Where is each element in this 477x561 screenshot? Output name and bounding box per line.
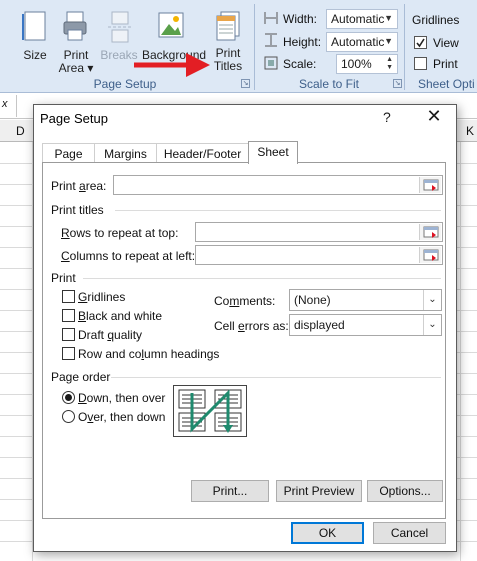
ok-button[interactable]: OK <box>291 522 364 544</box>
size-button[interactable]: Size <box>18 10 52 62</box>
sheet-options-group-label: Sheet Opti <box>418 77 475 91</box>
chevron-down-icon: ⌄ <box>423 290 441 310</box>
print-gridlines-checkbox[interactable] <box>414 57 427 70</box>
print-area-button[interactable]: Print Area ▾ <box>58 10 94 75</box>
print-button[interactable]: Print... <box>191 480 269 502</box>
scale-label: Scale: <box>283 57 317 71</box>
page-breaks-icon <box>108 11 132 43</box>
column-header-k[interactable]: K <box>466 124 474 138</box>
page-setup-group-label: Page Setup <box>93 77 157 91</box>
scale-spinner[interactable]: 100% ▲ ▼ <box>336 54 398 74</box>
print-area-label: Print area: <box>51 179 107 193</box>
scale-to-fit-launcher[interactable]: ↘ <box>393 79 402 88</box>
gridlines-label: Gridlines <box>78 290 126 304</box>
print-label: Print <box>433 57 458 71</box>
black-and-white-label: Black and white <box>78 309 163 323</box>
checkmark-icon <box>416 38 425 48</box>
over-then-down-radio[interactable] <box>62 410 75 423</box>
down-then-over-radio[interactable] <box>62 391 75 404</box>
print-titles-button[interactable]: Print Titles <box>208 10 248 73</box>
tab-header-footer[interactable]: Header/Footer <box>156 143 249 163</box>
print-area-icon <box>63 11 87 41</box>
print-titles-icon <box>216 11 240 41</box>
tab-sheet[interactable]: Sheet <box>248 141 298 164</box>
tab-page[interactable]: Page <box>42 143 95 163</box>
comments-select[interactable]: (None) ⌄ <box>289 289 442 311</box>
sheet-tab-panel: Print area: Print titles Rows to repeat … <box>42 162 446 519</box>
draft-quality-label: Draft quality <box>78 328 143 342</box>
width-label: Width: <box>283 12 318 26</box>
print-area-input[interactable] <box>113 175 443 195</box>
column-header-d[interactable]: D <box>16 124 25 138</box>
ribbon: Size Print Area ▾ Breaks Background Prin… <box>0 0 477 93</box>
background-image-icon <box>158 12 184 38</box>
group-divider <box>254 4 255 90</box>
row-column-headings-checkbox[interactable] <box>62 347 75 360</box>
page-order-preview-icon <box>173 385 247 437</box>
height-combo[interactable]: Automatic ▼ <box>326 32 398 52</box>
formula-divider <box>16 95 17 117</box>
page-setup-dialog: Page Setup ? ✕ Page Margins Header/Foote… <box>33 104 457 552</box>
group-divider <box>404 4 405 90</box>
scale-to-fit-group-label: Scale to Fit <box>298 77 360 91</box>
rows-repeat-input[interactable] <box>195 222 443 242</box>
row-column-headings-label: Row and column headings <box>78 347 220 361</box>
collapse-dialog-icon[interactable] <box>419 177 441 193</box>
view-label: View <box>433 36 459 50</box>
columns-repeat-label: Columns to repeat at left: <box>61 249 196 263</box>
spinner-arrows-icon: ▲ ▼ <box>386 56 393 71</box>
height-icon <box>265 33 277 47</box>
cell-errors-select[interactable]: displayed ⌄ <box>289 314 442 336</box>
draft-quality-checkbox[interactable] <box>62 328 75 341</box>
section-divider <box>83 278 441 279</box>
down-then-over-label: Down, then over <box>78 391 166 405</box>
page-order-header: Page order <box>51 370 111 384</box>
gridlines-header: Gridlines <box>412 13 460 27</box>
tab-margins[interactable]: Margins <box>94 143 157 163</box>
height-label: Height: <box>283 35 322 49</box>
help-button[interactable]: ? <box>383 109 391 125</box>
cancel-button[interactable]: Cancel <box>373 522 446 544</box>
gridlines-checkbox[interactable] <box>62 290 75 303</box>
chevron-down-icon: ▼ <box>384 13 393 23</box>
section-divider <box>115 210 441 211</box>
options-button[interactable]: Options... <box>367 480 443 502</box>
rows-repeat-label: Rows to repeat at top: <box>61 226 179 240</box>
section-divider <box>111 377 441 378</box>
width-combo[interactable]: Automatic ▼ <box>326 9 398 29</box>
fx-label: x <box>2 98 8 110</box>
width-icon <box>264 12 278 24</box>
over-then-down-label: Over, then down <box>78 410 166 424</box>
chevron-down-icon: ▼ <box>384 36 393 46</box>
collapse-dialog-icon[interactable] <box>419 224 441 240</box>
dialog-title: Page Setup <box>40 111 108 126</box>
columns-repeat-input[interactable] <box>195 245 443 265</box>
view-gridlines-checkbox[interactable] <box>414 36 427 49</box>
page-size-icon <box>22 11 46 41</box>
print-section-header: Print <box>51 271 76 285</box>
page-setup-launcher[interactable]: ↘ <box>241 79 250 88</box>
print-titles-header: Print titles <box>51 203 104 217</box>
cell-errors-label: Cell errors as: <box>214 319 289 333</box>
collapse-dialog-icon[interactable] <box>419 247 441 263</box>
chevron-down-icon: ⌄ <box>423 315 441 335</box>
print-preview-button[interactable]: Print Preview <box>276 480 362 502</box>
comments-label: Comments: <box>214 294 276 308</box>
black-and-white-checkbox[interactable] <box>62 309 75 322</box>
scale-icon <box>264 56 278 70</box>
close-button[interactable]: ✕ <box>422 106 446 127</box>
